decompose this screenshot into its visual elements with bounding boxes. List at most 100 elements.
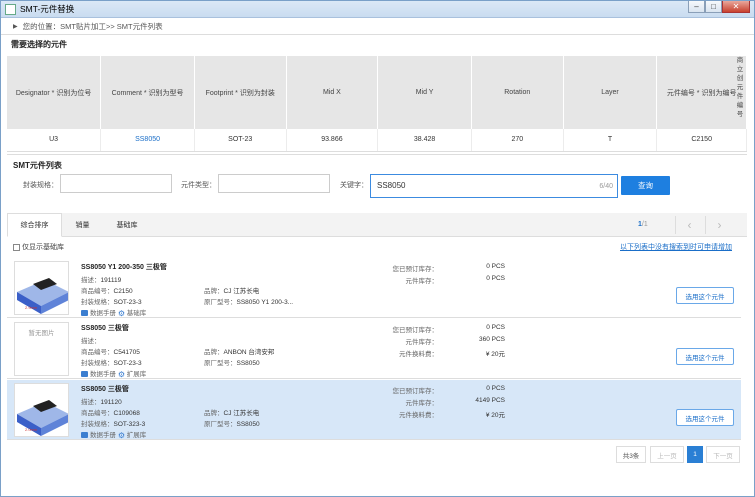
fee-value: ¥ 20元: [485, 351, 505, 358]
item-code: 商品编号：C541705: [81, 349, 140, 356]
ordered-value: 0 PCS: [486, 324, 505, 331]
col-rotation: Rotation: [471, 56, 564, 129]
list-item: 暂无图片 SS8050 三极管 描述： 商品编号：C541705 封装规格：SO…: [7, 319, 741, 379]
item-name: SS8050 三极管: [81, 325, 129, 332]
type-input[interactable]: [218, 174, 330, 193]
only-basic-checkbox[interactable]: 仅显示基础库: [13, 242, 64, 252]
col-comment: Comment * 识别为型号: [100, 56, 195, 129]
gear-icon: ⚙: [117, 369, 125, 379]
pagination-total: 共3条: [616, 446, 646, 463]
title-bar: SMT-元件替换 – □ ✕: [1, 1, 754, 18]
cell-part-number: C2150: [656, 129, 747, 152]
item-package: 封装规格：SOT-23-3: [81, 360, 142, 367]
overflow-column-header: 商立创元件编号: [736, 57, 744, 118]
ordered-label: 您已预订库存：: [392, 388, 439, 395]
item-links[interactable]: 数据手册 ⚙ 扩展库: [81, 368, 146, 379]
cell-designator: U3: [7, 129, 102, 152]
stock-value: 360 PCS: [478, 336, 505, 343]
gear-icon: ⚙: [117, 308, 125, 318]
checkbox-box[interactable]: [13, 243, 20, 251]
item-code: 商品编号：C109068: [81, 410, 140, 417]
app-icon: [5, 3, 16, 15]
item-name: SS8050 Y1 200-350 三极管: [81, 264, 167, 271]
item-mfr: 原厂型号：SS8050: [204, 421, 260, 428]
item-links[interactable]: 数据手册 ⚙ 扩展库: [81, 429, 146, 440]
package-input[interactable]: [60, 174, 172, 193]
stock-label: 元件库存：: [405, 400, 439, 407]
datasheet-icon: [81, 310, 88, 317]
window-title: SMT-元件替换: [20, 4, 75, 14]
minimize-icon[interactable]: –: [688, 1, 705, 13]
keyword-input[interactable]: SS8050 6/40: [370, 174, 618, 198]
datasheet-icon: [81, 371, 88, 378]
item-desc: 描述：191120: [81, 399, 122, 406]
component-image: 2.0mm: [14, 383, 69, 437]
needed-component-table: Designator * 识别为位号 Comment * 识别为型号 Footp…: [7, 56, 747, 152]
breadcrumb-text: 您的位置：SMT贴片加工>> SMT元件列表: [22, 21, 163, 31]
page-indicator: 1/1: [638, 221, 648, 228]
tab-basic-lib[interactable]: 基础库: [103, 213, 151, 237]
smt-list-panel: SMT元件列表 封装规格： 元件类型： 关键字： SS8050 6/40 查询: [7, 154, 747, 214]
needed-section-title: 需要选择的元件: [11, 40, 67, 49]
cell-comment[interactable]: SS8050: [100, 129, 195, 152]
keyword-value: SS8050: [377, 181, 406, 190]
keyword-label: 关键字：: [340, 182, 368, 189]
ordered-label: 您已预订库存：: [392, 266, 439, 273]
stock-label: 元件库存：: [405, 339, 439, 346]
item-brand: 品牌：CJ 江苏长电: [204, 410, 260, 417]
tab-overall[interactable]: 综合排序: [7, 213, 62, 237]
cell-midy: 38.428: [377, 129, 472, 152]
list-panel-title: SMT元件列表: [13, 161, 62, 170]
fee-label: 元件换料费：: [399, 351, 438, 358]
table-row: U3 SS8050 SOT-23 93.866 38.428 270 T C21…: [7, 129, 747, 152]
pagination-prev-button[interactable]: 上一页: [650, 446, 684, 463]
item-links[interactable]: 数据手册 ⚙ 基础库: [81, 307, 146, 318]
col-designator: Designator * 识别为位号: [7, 56, 102, 129]
stock-label: 元件库存：: [405, 278, 439, 285]
item-package: 封装规格：SOT-23-3: [81, 299, 142, 306]
package-label: 封装规格：: [23, 182, 58, 189]
keyword-count: 6/40: [599, 183, 613, 190]
type-label: 元件类型：: [181, 182, 216, 189]
app-window: SMT-元件替换 – □ ✕ ▶ 您的位置：SMT贴片加工>> SMT元件列表 …: [0, 0, 755, 497]
use-component-button[interactable]: 选用这个元件: [676, 409, 734, 426]
cell-layer: T: [563, 129, 658, 152]
fee-value: ¥ 20元: [485, 412, 505, 419]
sort-tabs: 综合排序 销量 基础库 1/1 ‹ ›: [7, 213, 747, 237]
stock-value: 4149 PCS: [475, 397, 505, 404]
ordered-value: 0 PCS: [486, 385, 505, 392]
stock-value: 0 PCS: [486, 275, 505, 282]
item-mfr: 原厂型号：SS8050: [204, 360, 260, 367]
use-component-button[interactable]: 选用这个元件: [676, 348, 734, 365]
fee-label: 元件换料费：: [399, 412, 438, 419]
use-component-button[interactable]: 选用这个元件: [676, 287, 734, 304]
component-image: 2.9mm: [14, 261, 69, 315]
tab-sales[interactable]: 销量: [62, 213, 103, 237]
pagination-page-1[interactable]: 1: [687, 446, 703, 463]
only-basic-label: 仅显示基础库: [22, 244, 64, 251]
datasheet-icon: [81, 432, 88, 439]
ordered-value: 0 PCS: [486, 263, 505, 270]
svg-text:2.9mm: 2.9mm: [25, 305, 38, 310]
item-brand: 品牌：ANBON 台湾安邦: [204, 349, 275, 356]
item-package: 封装规格：SOT-323-3: [81, 421, 146, 428]
item-code: 商品编号：C2150: [81, 288, 133, 295]
breadcrumb: ▶ 您的位置：SMT贴片加工>> SMT元件列表: [1, 18, 754, 35]
maximize-icon[interactable]: □: [705, 1, 722, 13]
prev-page-icon[interactable]: ‹: [675, 216, 703, 234]
svg-text:2.0mm: 2.0mm: [25, 427, 38, 432]
next-page-icon[interactable]: ›: [705, 216, 733, 234]
list-item: 2.0mm SS8050 三极管 描述：191120 商品编号：C109068 …: [7, 380, 741, 440]
page-total: /1: [641, 221, 648, 228]
request-add-link[interactable]: 以下列表中没有搜索到时可申请增加: [620, 242, 732, 252]
query-button[interactable]: 查询: [621, 176, 670, 195]
pagination-next-button[interactable]: 下一页: [706, 446, 740, 463]
cell-midx: 93.866: [286, 129, 379, 152]
col-midx: Mid X: [286, 56, 379, 129]
list-item: 2.9mm SS8050 Y1 200-350 三极管 描述：191119 商品…: [7, 258, 741, 318]
col-midy: Mid Y: [377, 56, 472, 129]
close-icon[interactable]: ✕: [722, 1, 750, 13]
ordered-label: 您已预订库存：: [392, 327, 439, 334]
item-desc: 描述：191119: [81, 277, 122, 284]
gear-icon: ⚙: [117, 430, 125, 440]
